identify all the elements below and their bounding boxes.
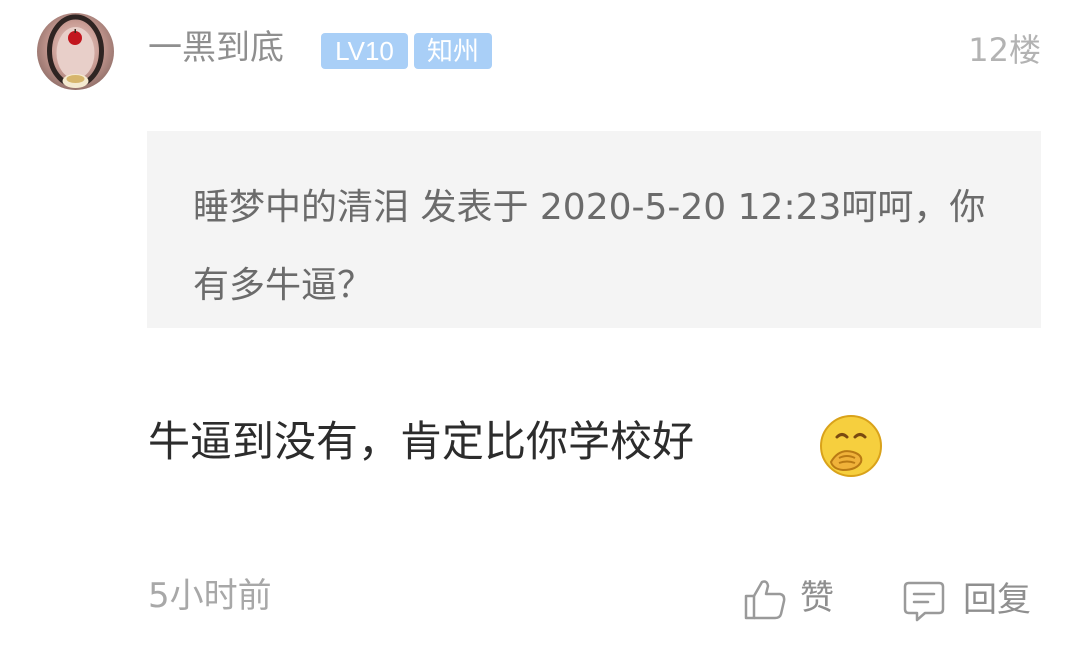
username[interactable]: 一黑到底: [148, 26, 284, 70]
reply-comment-icon[interactable]: [901, 578, 947, 624]
floor-number: 12楼: [968, 31, 1041, 69]
like-button[interactable]: 赞: [800, 576, 834, 620]
level-badge: LV10: [321, 33, 408, 69]
reply-button[interactable]: 回复: [963, 578, 1031, 622]
location-badge[interactable]: 知州: [414, 33, 492, 69]
comment-body: 牛逼到没有，肯定比你学校好: [148, 417, 695, 466]
hand-over-mouth-face-icon: [820, 415, 882, 477]
post-time: 5小时前: [148, 576, 272, 616]
thumbs-up-icon[interactable]: [742, 576, 788, 622]
quoted-post[interactable]: 睡梦中的清泪 发表于 2020-5-20 12:23呵呵，你有多牛逼？: [147, 131, 1041, 328]
avatar[interactable]: [37, 13, 114, 90]
avatar-image: [47, 14, 104, 88]
